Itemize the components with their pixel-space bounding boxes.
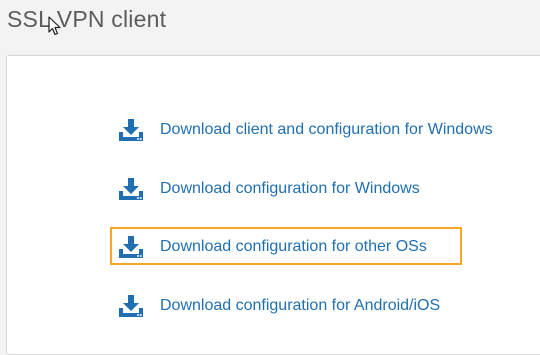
download-config-android-ios-link[interactable]: Download configuration for Android/iOS (118, 292, 440, 320)
download-client-and-config-windows-link[interactable]: Download client and configuration for Wi… (118, 116, 493, 144)
download-icon (119, 119, 143, 141)
download-link-label: Download client and configuration for Wi… (160, 121, 493, 138)
download-config-windows-link[interactable]: Download configuration for Windows (118, 175, 420, 203)
download-link-label: Download configuration for Windows (160, 180, 420, 197)
page-title: SSL VPN client (7, 6, 167, 32)
download-link-label: Download configuration for other OSs (160, 238, 427, 255)
download-config-other-os-link[interactable]: Download configuration for other OSs (118, 233, 427, 261)
download-icon (119, 295, 143, 317)
mouse-cursor-icon (48, 16, 61, 36)
download-icon (119, 236, 143, 258)
download-link-label: Download configuration for Android/iOS (160, 297, 441, 314)
download-icon (119, 178, 143, 200)
